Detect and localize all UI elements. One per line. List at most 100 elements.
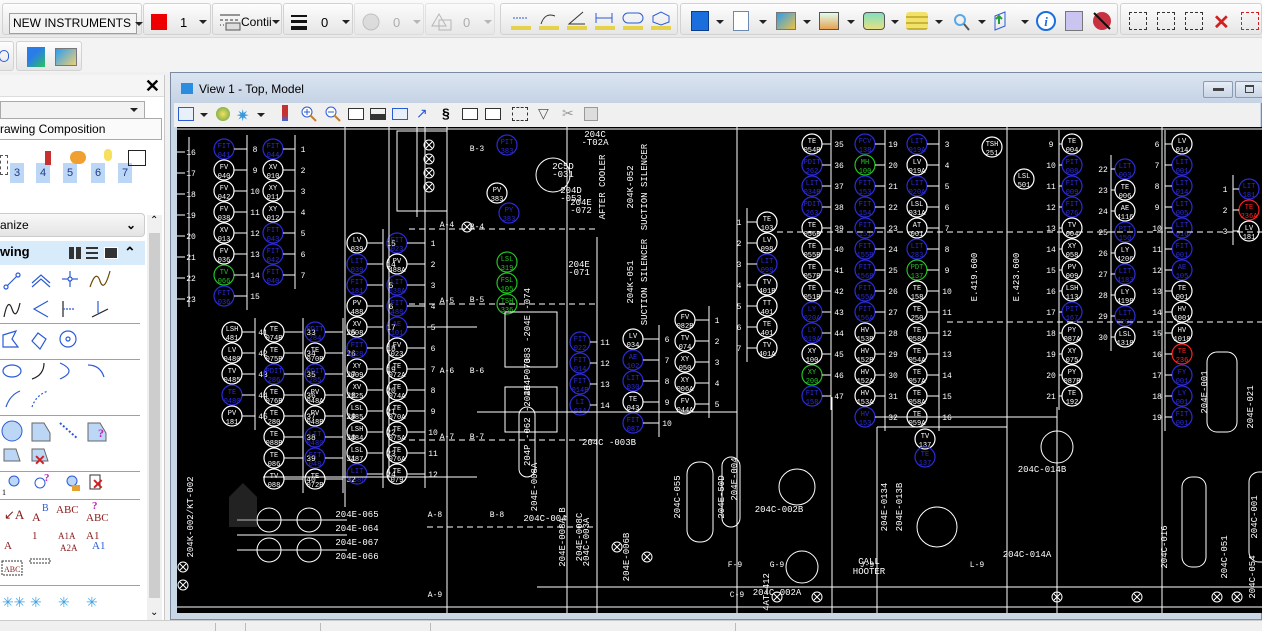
camera-icon[interactable] — [584, 107, 598, 121]
view-next-icon[interactable] — [485, 108, 501, 120]
section-drawing[interactable]: wing ⌃ — [0, 241, 145, 265]
select-group-icon[interactable] — [1185, 12, 1203, 30]
chevron-down-icon[interactable] — [978, 20, 986, 24]
drawing-canvas[interactable]: 16 17 18 19 20 21 22 23 FIT 041 8 FV 040 9 FV 042 10 FV 03… — [177, 127, 1262, 613]
view-titlebar[interactable]: View 1 - Top, Model — [171, 73, 1262, 103]
tool-4-icon[interactable]: 4 — [36, 163, 50, 183]
tool-7-icon[interactable]: 7 — [118, 163, 132, 183]
copy-view-icon[interactable] — [512, 107, 528, 121]
view-groups-icon[interactable] — [55, 48, 77, 66]
color-value[interactable]: 1 — [180, 15, 187, 30]
analyze-icon[interactable] — [949, 10, 971, 32]
display-style-icon[interactable] — [216, 107, 230, 121]
view-attributes-icon[interactable] — [178, 107, 194, 121]
chevron-down-icon[interactable] — [413, 20, 421, 24]
chevron-down-icon[interactable] — [484, 20, 492, 24]
transform-icon[interactable] — [991, 10, 1013, 32]
detail-view-icon[interactable] — [104, 247, 118, 259]
references-icon[interactable] — [776, 12, 796, 30]
priority-value[interactable]: 0 — [463, 15, 470, 30]
section-organize[interactable]: anize ⌄ — [0, 213, 145, 237]
no-display-icon[interactable] — [1091, 10, 1113, 32]
fit-view-icon[interactable] — [370, 108, 386, 120]
walk-icon[interactable]: § — [442, 105, 450, 121]
raster-manager-icon[interactable] — [819, 12, 839, 30]
instrument-tag: HV — [861, 327, 870, 335]
instrument-tag: FIT — [859, 180, 872, 188]
workflow-select[interactable] — [0, 101, 145, 119]
window-area-icon[interactable] — [348, 108, 364, 120]
select-icon[interactable] — [1129, 12, 1147, 30]
chevron-down-icon[interactable] — [342, 20, 350, 24]
lighting-icon[interactable]: ✷ — [236, 106, 249, 126]
info-icon[interactable]: i — [1035, 10, 1057, 32]
chevron-down-icon[interactable] — [257, 113, 265, 117]
zoom-out-icon[interactable] — [324, 105, 342, 123]
scroll-down-icon[interactable]: ⌄ — [150, 607, 158, 618]
scroll-up-icon[interactable]: ⌃ — [150, 215, 158, 226]
chevron-down-icon[interactable] — [200, 113, 208, 117]
instrument-number: 057B — [804, 273, 821, 281]
pan-view-icon[interactable]: ↗ — [416, 105, 428, 122]
level-manager-icon[interactable] — [863, 12, 885, 30]
models-icon[interactable] — [733, 11, 749, 31]
clip-mask-icon[interactable]: ✂ — [562, 105, 574, 122]
clip-volume-icon[interactable]: ▽ — [538, 105, 549, 122]
rotate-view-icon[interactable] — [392, 108, 408, 120]
chevron-down-icon[interactable] — [803, 20, 811, 24]
layers-icon[interactable] — [906, 12, 928, 30]
terminal-number: 38 — [834, 204, 844, 213]
icon-view-icon[interactable] — [69, 247, 81, 259]
instrument-number: 001 — [1176, 294, 1189, 302]
tab-drawing-composition[interactable]: rawing Composition — [0, 118, 162, 140]
snap-icon[interactable] — [1065, 11, 1083, 31]
linestyle-value[interactable]: Contii — [241, 15, 272, 29]
tool-5-icon[interactable]: 5 — [63, 163, 77, 183]
instrument-number: 100 — [859, 168, 872, 176]
restore-button[interactable] — [1235, 81, 1262, 98]
chevron-down-icon[interactable] — [716, 20, 724, 24]
chevron-down-icon[interactable] — [847, 20, 855, 24]
chevron-down-icon[interactable] — [759, 20, 767, 24]
tool-3-icon[interactable]: 3 — [10, 163, 24, 183]
instrument-number: 156A — [857, 315, 875, 323]
chevron-down-icon[interactable] — [199, 20, 207, 24]
chevron-down-icon[interactable] — [891, 20, 899, 24]
instrument-number: 044A — [677, 407, 695, 415]
transparency-value[interactable]: 0 — [393, 15, 400, 30]
chevron-up-icon[interactable]: ⌃ — [124, 241, 136, 263]
level-select[interactable]: NEW INSTRUMENTS — [9, 13, 143, 34]
chevron-down-icon[interactable] — [1021, 20, 1029, 24]
view-previous-icon[interactable] — [462, 108, 478, 120]
chevron-down-icon[interactable] — [935, 20, 943, 24]
delete-icon[interactable]: ✕ — [1213, 10, 1230, 35]
close-icon[interactable]: ✕ — [145, 76, 160, 97]
select-move-icon[interactable] — [1157, 12, 1175, 30]
instrument-number: 039 — [351, 267, 364, 275]
panel-scrollbar[interactable]: ⌃ ⌄ — [147, 215, 162, 620]
scroll-thumb[interactable] — [149, 233, 160, 598]
instrument-number: 137 — [911, 273, 924, 281]
tool-6-icon[interactable]: 6 — [91, 163, 105, 183]
zoom-in-icon[interactable] — [300, 105, 318, 123]
instrument-number: 0480 — [307, 440, 324, 448]
color-swatch-icon[interactable] — [151, 14, 167, 30]
instrument-number: 401 — [761, 330, 774, 338]
instrument-tag: FIT — [351, 279, 364, 287]
chevron-down-icon[interactable] — [272, 20, 280, 24]
instrument-number: 038A — [389, 288, 407, 296]
list-view-icon[interactable] — [86, 247, 98, 259]
delete-part-icon[interactable] — [1241, 12, 1259, 30]
tool-1-icon[interactable] — [0, 155, 8, 175]
update-view-icon[interactable] — [282, 105, 288, 121]
grid-reference: A-9 — [428, 591, 443, 600]
weight-value[interactable]: 0 — [321, 15, 328, 30]
view-attributes-icon[interactable] — [691, 11, 709, 31]
instrument-number: 011 — [267, 194, 280, 202]
fence-icon[interactable] — [0, 50, 9, 62]
minimize-button[interactable] — [1203, 81, 1233, 98]
instrument-number: 286 — [268, 377, 281, 385]
display-style-icon[interactable] — [27, 47, 45, 67]
ellipse-icon — [2, 364, 22, 378]
measure-tools[interactable] — [509, 10, 674, 34]
